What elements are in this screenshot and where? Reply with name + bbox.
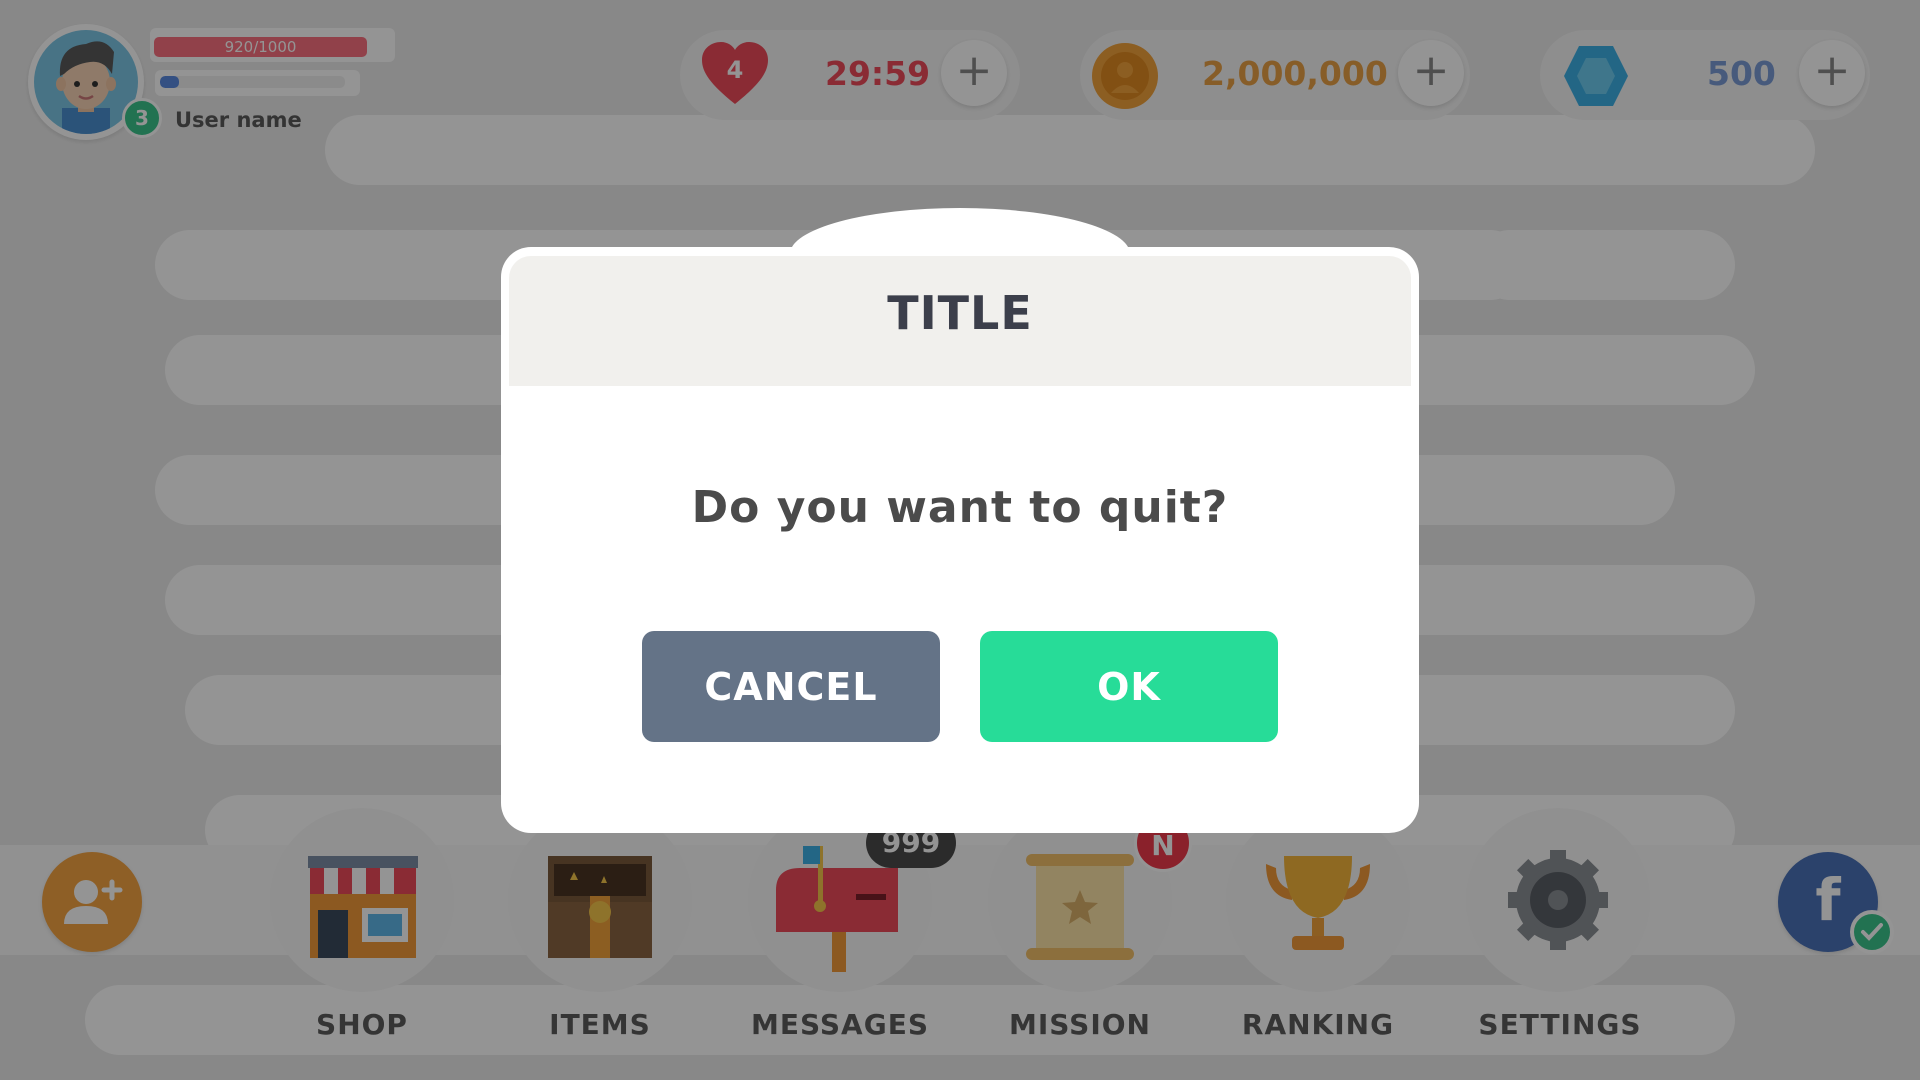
cancel-button[interactable]: CANCEL [642,631,940,742]
dialog-title: TITLE [887,286,1033,340]
dialog-message: Do you want to quit? [691,482,1229,533]
ok-button[interactable]: OK [980,631,1278,742]
